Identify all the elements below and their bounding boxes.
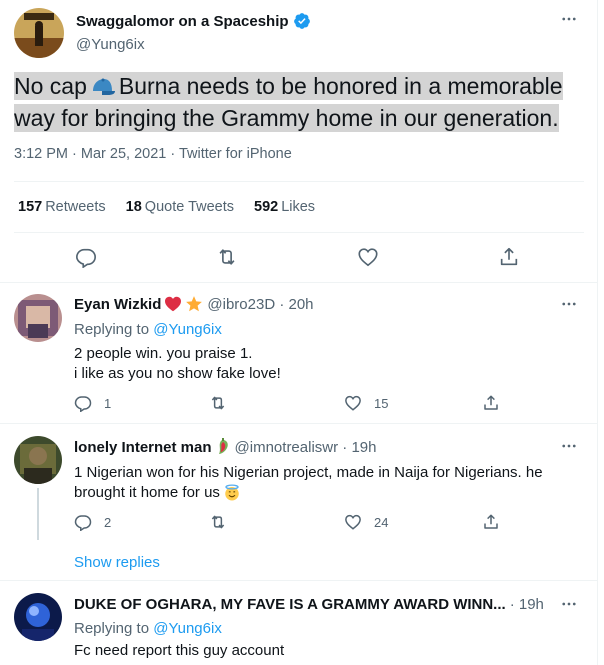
author-display-name[interactable]: Swaggalomor on a Spaceship [76, 13, 289, 30]
tweet-stats: 157 Retweets 18 Quote Tweets 592 Likes [18, 199, 335, 215]
retweet-icon[interactable] [216, 246, 238, 268]
reply-handle-time[interactable]: @imnotrealiswr · 19h [235, 439, 377, 456]
author-handle[interactable]: @Yung6ix [76, 36, 145, 53]
reply-author-name[interactable]: Eyan Wizkid [74, 296, 161, 313]
retweets-stat[interactable]: 157 Retweets [18, 199, 106, 215]
quote-tweets-stat[interactable]: 18 Quote Tweets [126, 199, 234, 215]
tweet-text: No cap Burna needs to be honored in a mem… [14, 72, 563, 132]
reply-text-line: i like as you no show fake love! [74, 365, 281, 382]
more-options-icon[interactable] [558, 293, 580, 315]
retweet-icon [211, 515, 225, 529]
verified-badge-icon [293, 12, 311, 30]
like-heart-icon [345, 395, 361, 411]
reply-text-line: Fc need report this guy account [74, 642, 285, 659]
more-options-icon[interactable] [558, 8, 580, 30]
smiling-halo-face-icon [223, 484, 241, 502]
pepper-flag-icon [215, 438, 231, 456]
divider [14, 232, 584, 233]
replying-to-mention[interactable]: @Yung6ix [153, 620, 222, 637]
divider [14, 181, 584, 182]
likes-stat[interactable]: 592 Likes [254, 199, 315, 215]
avatar[interactable] [14, 294, 62, 342]
tweet-timestamp[interactable]: 3:12 PM · Mar 25, 2021 · Twitter for iPh… [14, 146, 292, 162]
like-count-button[interactable]: 15 [344, 394, 388, 412]
share-icon [484, 395, 498, 410]
star-icon [185, 295, 203, 313]
share-icon [484, 514, 498, 529]
reply-text-line: brought it home for us [74, 483, 241, 503]
tweet-action-bar [0, 246, 598, 270]
divider [0, 423, 598, 424]
avatar[interactable] [14, 593, 62, 641]
reply-icon[interactable] [75, 246, 97, 268]
red-heart-icon [164, 296, 182, 312]
reply-author-name[interactable]: lonely Internet man [74, 439, 212, 456]
share-button[interactable] [482, 394, 512, 412]
reply-action-bar: 2 24 [74, 513, 514, 533]
replying-to-mention[interactable]: @Yung6ix [153, 321, 222, 338]
thread-connector-line [37, 488, 39, 540]
reply-text-line: 2 people win. you praise 1. [74, 345, 253, 362]
reply-icon [74, 396, 92, 412]
reply-text-line: 1 Nigerian won for his Nigerian project,… [74, 464, 543, 481]
reply-icon [74, 515, 92, 531]
like-heart-icon[interactable] [357, 246, 379, 268]
reply-author-name[interactable]: DUKE OF OGHARA, MY FAVE IS A GRAMMY AWAR… [74, 596, 506, 613]
retweet-button[interactable] [209, 394, 239, 412]
more-options-icon[interactable] [558, 593, 580, 615]
replying-to-line: Replying to @Yung6ix [74, 321, 222, 338]
billed-cap-icon [90, 77, 116, 97]
show-replies-link[interactable]: Show replies [74, 554, 160, 571]
like-heart-icon [345, 514, 361, 530]
more-options-icon[interactable] [558, 435, 580, 457]
share-icon[interactable] [498, 246, 520, 268]
reply-action-bar: 1 15 [74, 394, 514, 414]
divider [0, 282, 598, 283]
avatar[interactable] [14, 436, 62, 484]
avatar[interactable] [14, 8, 64, 58]
reply-handle-time[interactable]: @ibro23D · 20h [207, 296, 313, 313]
replying-to-line: Replying to @Yung6ix [74, 620, 222, 637]
retweet-icon [211, 396, 225, 410]
reply-handle-time[interactable]: · 19h [510, 596, 544, 613]
tweet-thread: Swaggalomor on a Spaceship @Yung6ix No c… [0, 0, 598, 665]
reply-count-button[interactable]: 1 [74, 394, 111, 412]
share-button[interactable] [482, 513, 512, 531]
reply-count-button[interactable]: 2 [74, 513, 111, 531]
like-count-button[interactable]: 24 [344, 513, 388, 531]
divider [0, 580, 598, 581]
retweet-button[interactable] [209, 513, 239, 531]
